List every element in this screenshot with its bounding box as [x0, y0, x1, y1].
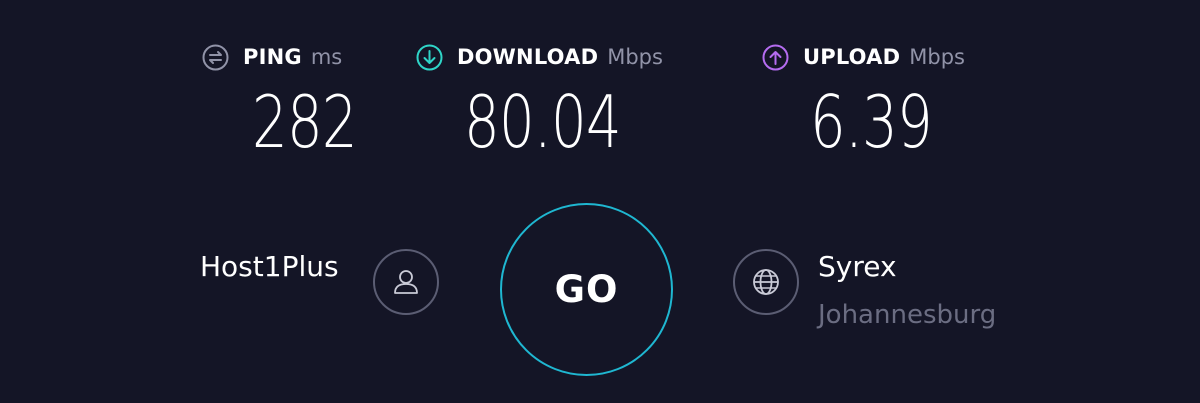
ping-icon: [202, 44, 229, 71]
upload-unit: Mbps: [909, 45, 965, 69]
download-metric: DOWNLOAD Mbps 80.04: [416, 42, 663, 162]
ping-unit: ms: [310, 45, 343, 69]
globe-icon[interactable]: [733, 249, 799, 315]
go-label: GO: [554, 268, 619, 311]
user-icon[interactable]: [373, 249, 439, 315]
download-unit: Mbps: [607, 45, 663, 69]
ping-metric: PING ms 282: [202, 42, 358, 162]
download-header: DOWNLOAD Mbps: [416, 42, 663, 72]
ping-label: PING: [243, 45, 302, 69]
upload-label: UPLOAD: [803, 45, 901, 69]
provider-name: Host1Plus: [200, 250, 339, 283]
upload-arrow-icon: [762, 44, 789, 71]
speedtest-panel: PING ms 282 DOWNLOAD Mbps 80.04 UPLOAD M…: [0, 0, 1200, 403]
download-label: DOWNLOAD: [457, 45, 599, 69]
server-name[interactable]: Syrex: [818, 250, 897, 283]
download-value: 80.04: [464, 80, 622, 164]
ping-value: 282: [252, 80, 358, 164]
go-button[interactable]: GO: [500, 203, 673, 376]
upload-value: 6.39: [810, 80, 933, 164]
server-location: Johannesburg: [818, 300, 997, 330]
download-arrow-icon: [416, 44, 443, 71]
upload-metric: UPLOAD Mbps 6.39: [762, 42, 965, 162]
upload-header: UPLOAD Mbps: [762, 42, 965, 72]
ping-header: PING ms: [202, 42, 342, 72]
